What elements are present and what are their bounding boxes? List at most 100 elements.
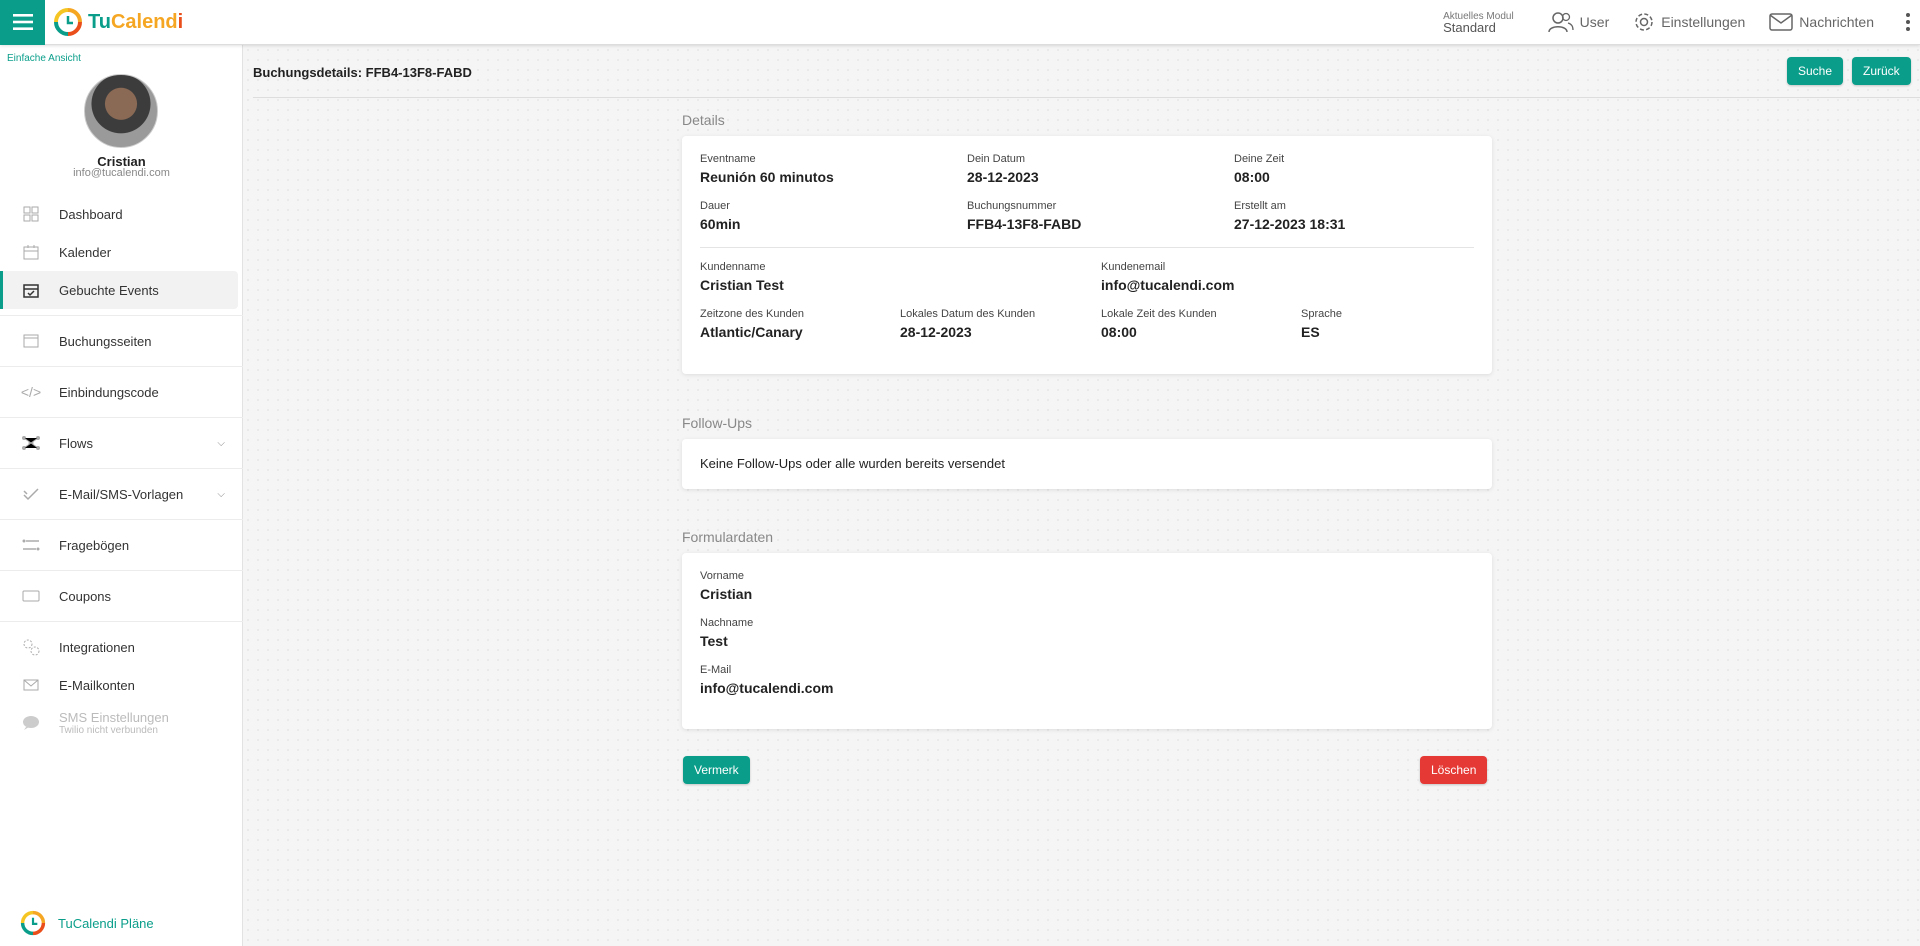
divider [253, 97, 1920, 98]
booking-number-value: FFB4-13F8-FABD [967, 216, 1082, 232]
main-content: Buchungsdetails: FFB4-13F8-FABD Suche Zu… [243, 45, 1920, 946]
email-value: info@tucalendi.com [700, 680, 834, 696]
messages-button[interactable]: Nachrichten [1769, 13, 1874, 31]
gear-icon [1635, 13, 1653, 31]
duration-value: 60min [700, 216, 741, 232]
customer-local-date-label: Lokales Datum des Kunden [900, 308, 1036, 320]
plans-label: TuCalendi Pläne [58, 915, 154, 931]
envelope-icon [22, 676, 40, 694]
language-value: ES [1301, 324, 1320, 340]
sidebar-item-integrationen[interactable]: Integrationen [0, 628, 243, 666]
questionnaire-icon [22, 536, 40, 554]
last-name-value: Test [700, 633, 728, 649]
details-card: Eventname Reunión 60 minutos Dein Datum … [682, 136, 1492, 374]
calendar-icon [22, 243, 40, 261]
form-data-section-title: Formulardaten [682, 529, 774, 545]
sidebar-item-dashboard[interactable]: Dashboard [0, 195, 243, 233]
hamburger-menu-button[interactable] [0, 0, 45, 45]
user-label: User [1579, 14, 1610, 30]
more-options-icon[interactable] [1906, 13, 1910, 31]
form-data-card: Vorname Cristian Nachname Test E-Mail in… [682, 553, 1492, 729]
hamburger-icon [12, 14, 33, 30]
sidebar-nav: Dashboard Kalender Gebuchte Events Buchu… [0, 195, 243, 742]
sidebar-item-label: Dashboard [59, 206, 123, 222]
settings-button[interactable]: Einstellungen [1633, 11, 1745, 33]
current-module-value: Standard [1443, 20, 1496, 35]
divider [0, 621, 243, 622]
customer-timezone-label: Zeitzone des Kunden [700, 308, 804, 320]
date-value: 28-12-2023 [967, 169, 1039, 185]
note-button[interactable]: Vermerk [683, 756, 750, 784]
sidebar-item-label: Buchungsseiten [59, 333, 152, 349]
customer-local-time-value: 08:00 [1101, 324, 1137, 340]
avatar[interactable] [84, 74, 158, 148]
sidebar-item-kalender[interactable]: Kalender [0, 233, 243, 271]
sidebar-item-sms-einstellungen: SMS Einstellungen Twilio nicht verbunden [0, 704, 243, 742]
divider [700, 247, 1474, 248]
sidebar-item-label: Flows [59, 435, 93, 451]
customer-name-value: Cristian Test [700, 277, 784, 293]
logo-text-i: i [177, 10, 184, 33]
delete-button[interactable]: Löschen [1420, 756, 1488, 784]
ticket-icon [22, 587, 40, 605]
logo-text-calend: Calend [110, 10, 178, 33]
calendar-check-icon [22, 281, 40, 299]
divider [0, 519, 243, 520]
sidebar-item-buchungsseiten[interactable]: Buchungsseiten [0, 322, 243, 360]
language-label: Sprache [1301, 308, 1342, 320]
sidebar-item-label: E-Mailkonten [59, 677, 135, 693]
check-double-icon [22, 485, 40, 503]
current-module[interactable]: Aktuelles Modul Standard [1443, 11, 1514, 35]
grid-icon [22, 205, 40, 223]
sidebar-item-label: Fragebögen [59, 537, 130, 553]
created-at-label: Erstellt am [1234, 200, 1286, 212]
followups-section-title: Follow-Ups [682, 415, 753, 431]
sidebar-item-coupons[interactable]: Coupons [0, 577, 243, 615]
divider [0, 315, 243, 316]
event-name-value: Reunión 60 minutos [700, 169, 834, 185]
divider [0, 468, 243, 469]
simple-view-link[interactable]: Einfache Ansicht [7, 53, 81, 64]
created-at-value: 27-12-2023 18:31 [1234, 216, 1346, 232]
envelope-icon [1769, 13, 1794, 31]
search-button[interactable]: Suche [1787, 57, 1844, 85]
divider [0, 417, 243, 418]
sidebar-item-label: Gebuchte Events [59, 282, 159, 298]
sidebar-item-label: Integrationen [59, 639, 135, 655]
customer-name-label: Kundenname [700, 261, 766, 273]
plans-link[interactable]: TuCalendi Pläne [20, 910, 154, 936]
booking-number-label: Buchungsnummer [967, 200, 1057, 212]
sidebar-item-email-sms-vorlagen[interactable]: E-Mail/SMS-Vorlagen ⌵ [0, 475, 243, 513]
sidebar-item-emailkonten[interactable]: E-Mailkonten [0, 666, 243, 704]
sidebar-item-gebuchte-events[interactable]: Gebuchte Events [0, 271, 238, 309]
sidebar-item-frageboegen[interactable]: Fragebögen [0, 526, 243, 564]
customer-timezone-value: Atlantic/Canary [700, 324, 803, 340]
duration-label: Dauer [700, 200, 730, 212]
chevron-down-icon[interactable]: ⌵ [217, 489, 225, 500]
code-icon: </> [20, 384, 42, 400]
time-value: 08:00 [1234, 169, 1270, 185]
sidebar-item-label: SMS Einstellungen [59, 710, 169, 725]
gears-icon [22, 638, 40, 656]
flow-icon [22, 434, 40, 452]
event-name-label: Eventname [700, 153, 756, 165]
sidebar-item-sublabel: Twilio nicht verbunden [59, 725, 158, 736]
settings-label: Einstellungen [1661, 14, 1746, 30]
details-section-title: Details [682, 112, 725, 128]
sidebar-item-flows[interactable]: Flows ⌵ [0, 424, 243, 462]
first-name-label: Vorname [700, 570, 745, 582]
customer-email-label: Kundenemail [1101, 261, 1166, 273]
last-name-label: Nachname [700, 617, 754, 629]
app-logo[interactable]: Tu Calend i [53, 7, 183, 37]
followups-empty-text: Keine Follow-Ups oder alle wurden bereit… [700, 456, 1005, 471]
customer-local-date-value: 28-12-2023 [900, 324, 972, 340]
users-icon [1547, 12, 1574, 33]
user-button[interactable]: User [1547, 11, 1610, 33]
sidebar-item-einbindungscode[interactable]: </> Einbindungscode [0, 373, 243, 411]
followups-card: Keine Follow-Ups oder alle wurden bereit… [682, 439, 1492, 489]
chevron-down-icon[interactable]: ⌵ [217, 438, 225, 449]
email-label: E-Mail [700, 664, 732, 676]
divider [0, 570, 243, 571]
back-button[interactable]: Zurück [1852, 57, 1911, 85]
tucalendi-logo-icon [54, 8, 82, 36]
